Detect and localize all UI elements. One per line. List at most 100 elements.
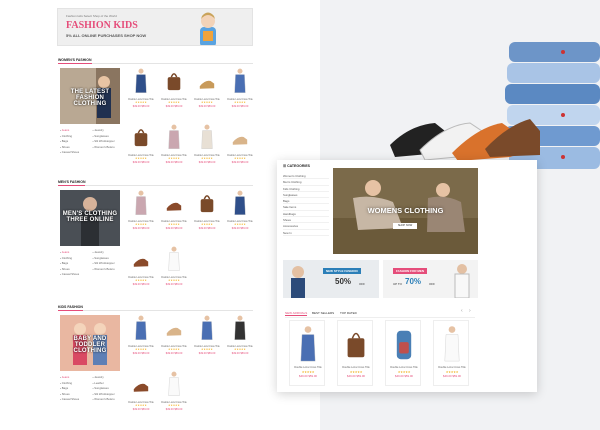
product-card[interactable]: Double Loza Cross Title ★★★★★ $49.00 $59… <box>159 124 189 176</box>
product-image[interactable] <box>344 325 368 363</box>
product-card[interactable]: Double Loza Cross Title ★★★★★ $49.00 $59… <box>225 315 255 367</box>
product-card[interactable]: Double Loza Cross Title ★★★★★ $49.00 $59… <box>159 68 189 120</box>
next-arrow-icon[interactable]: › <box>469 308 471 314</box>
product-image[interactable] <box>165 246 183 272</box>
womens-feature-banner[interactable]: THE LATEST FASHION CLOTHING <box>60 68 120 124</box>
tab-best-sellers[interactable]: BEST SELLERS <box>312 311 334 315</box>
product-card[interactable]: Double Loza Cross Title ★★★★★ $49.00 $59… <box>225 68 255 120</box>
product-price: $49.00 $59.00 <box>132 104 150 108</box>
banner-small-text: Fashion kids Select Shop of the World <box>66 14 117 18</box>
product-price: $49.00 $59.00 <box>347 374 365 378</box>
promo-left-value: 50% <box>335 277 352 286</box>
product-tabs: NEW ARRIVALS BEST SELLERS TOP RATED <box>285 310 475 318</box>
promo-right-value: 70% <box>405 277 422 286</box>
product-price: $49.00 $59.00 <box>231 226 249 230</box>
feature-text: BABY AND TODDLER CLOTHING <box>73 336 107 354</box>
product-image[interactable] <box>198 124 216 150</box>
product-card[interactable]: Double Loza Cross Title ★★★★★ $49.00 $59… <box>126 246 156 298</box>
product-name[interactable]: Double Loza Cross Title <box>434 366 470 369</box>
product-card[interactable]: Double Loza Cross Title ★★★★★ $49.00 $59… <box>159 315 189 367</box>
category-link[interactable]: Casual Shoes <box>60 397 90 403</box>
promo-right-suffix: OFF <box>429 282 435 286</box>
product-card[interactable]: Double Loza Cross Title ★★★★★ $49.00 $59… <box>289 320 325 386</box>
product-card[interactable]: Double Loza Cross Title ★★★★★ $49.00 $59… <box>225 190 255 242</box>
product-image[interactable] <box>132 190 150 216</box>
category-link[interactable]: Women's Bolero <box>93 267 123 273</box>
product-price: $49.00 $59.00 <box>165 104 183 108</box>
product-image[interactable] <box>231 190 249 216</box>
tab-new-arrivals[interactable]: NEW ARRIVALS <box>285 311 308 316</box>
product-card[interactable]: Double Loza Cross Title ★★★★★ $49.00 $59… <box>433 320 469 386</box>
promo-banner-left[interactable]: NEW STYLE FASHION 50% OFF <box>283 260 379 298</box>
product-image[interactable] <box>165 68 183 94</box>
product-image[interactable] <box>132 246 150 272</box>
product-card[interactable]: Double Loza Cross Title ★★★★★ $49.00 $59… <box>126 190 156 242</box>
hero-title: WOMENS CLOTHING <box>367 206 444 215</box>
product-name[interactable]: Double Loza Cross Title <box>338 366 374 369</box>
product-card[interactable]: Double Loza Cross Title ★★★★★ $49.00 $59… <box>159 246 189 298</box>
product-image[interactable] <box>296 325 320 363</box>
product-price: $49.00 $59.00 <box>231 160 249 164</box>
product-image[interactable] <box>165 315 183 341</box>
product-card[interactable]: Double Loza Cross Title ★★★★★ $49.00 $59… <box>385 320 421 386</box>
product-image[interactable] <box>132 124 150 150</box>
section-title: KIDS FASHION <box>58 305 253 311</box>
product-card[interactable]: Double Loza Cross Title ★★★★★ $49.00 $59… <box>225 124 255 176</box>
shoes-photo <box>390 119 540 161</box>
feature-text: MEN'S CLOTHING THREE ONLINE <box>62 211 118 223</box>
banner-title: FASHION KIDS <box>66 20 138 31</box>
product-price: $49.00 $59.00 <box>165 351 183 355</box>
product-image[interactable] <box>198 315 216 341</box>
product-name[interactable]: Double Loza Cross Title <box>290 366 326 369</box>
product-image[interactable] <box>440 325 464 363</box>
prev-arrow-icon[interactable]: ‹ <box>461 308 463 314</box>
product-image[interactable] <box>165 190 183 216</box>
product-image[interactable] <box>132 68 150 94</box>
promo-left-tag: NEW STYLE FASHION <box>323 268 361 274</box>
product-price: $49.00 $59.00 <box>132 226 150 230</box>
product-name[interactable]: Double Loza Cross Title <box>386 366 422 369</box>
hero-slider[interactable]: WOMENS CLOTHING SHOP NOW <box>333 168 478 254</box>
product-image[interactable] <box>198 190 216 216</box>
product-image[interactable] <box>231 315 249 341</box>
kids-section: KIDS FASHION BABY AND TODDLER CLOTHING J… <box>58 305 253 411</box>
kids-feature-banner[interactable]: BABY AND TODDLER CLOTHING <box>60 315 120 371</box>
category-sidebar: Women's Clothing Men's Clothing Kids Clo… <box>283 173 329 236</box>
product-card[interactable]: Double Loza Cross Title ★★★★★ $49.00 $59… <box>126 315 156 367</box>
sidebar-item[interactable]: New In <box>283 230 329 236</box>
product-card[interactable]: Double Loza Cross Title ★★★★★ $49.00 $59… <box>159 190 189 242</box>
product-image[interactable] <box>165 371 183 397</box>
promo-left-suffix: OFF <box>359 282 365 286</box>
product-image[interactable] <box>231 68 249 94</box>
category-link[interactable]: Women's Bolero <box>93 145 123 151</box>
product-image[interactable] <box>165 124 183 150</box>
product-image[interactable] <box>198 68 216 94</box>
kids-banner[interactable]: Fashion kids Select Shop of the World FA… <box>57 8 253 46</box>
product-card[interactable]: Double Loza Cross Title ★★★★★ $49.00 $59… <box>126 68 156 120</box>
product-card[interactable]: Double Loza Cross Title ★★★★★ $49.00 $59… <box>192 124 222 176</box>
product-image[interactable] <box>392 325 416 363</box>
product-card[interactable]: Double Loza Cross Title ★★★★★ $49.00 $59… <box>192 68 222 120</box>
tab-top-rated[interactable]: TOP RATED <box>340 311 357 315</box>
womens-section: WOMEN'S FASHION THE LATEST FASHION CLOTH… <box>58 58 253 164</box>
product-card[interactable]: Double Loza Cross Title ★★★★★ $49.00 $59… <box>192 190 222 242</box>
product-card[interactable]: Double Loza Cross Title ★★★★★ $49.00 $59… <box>126 371 156 423</box>
mens-feature-banner[interactable]: MEN'S CLOTHING THREE ONLINE <box>60 190 120 246</box>
product-card[interactable]: Double Loza Cross Title ★★★★★ $49.00 $59… <box>192 315 222 367</box>
product-image[interactable] <box>231 124 249 150</box>
category-link[interactable]: Casual Shoes <box>60 150 90 156</box>
category-link[interactable]: Casual Shoes <box>60 272 90 278</box>
product-image[interactable] <box>132 315 150 341</box>
category-link[interactable]: Women's Bolero <box>93 397 123 403</box>
product-price: $49.00 $59.00 <box>165 160 183 164</box>
promo-right-tag: FASHION FOR MEN <box>393 268 428 274</box>
categories-heading: ☰ CATEGORIES <box>283 164 311 168</box>
promo-banner-right[interactable]: FASHION FOR MEN UP TO 70% OFF <box>383 260 478 298</box>
shop-now-button[interactable]: SHOP NOW <box>393 223 417 229</box>
product-card[interactable]: Double Loza Cross Title ★★★★★ $49.00 $59… <box>159 371 189 423</box>
product-price: $49.00 $59.00 <box>299 374 317 378</box>
product-price: $49.00 $59.00 <box>132 282 150 286</box>
product-card[interactable]: Double Loza Cross Title ★★★★★ $49.00 $59… <box>126 124 156 176</box>
product-card[interactable]: Double Loza Cross Title ★★★★★ $49.00 $59… <box>337 320 373 386</box>
product-image[interactable] <box>132 371 150 397</box>
